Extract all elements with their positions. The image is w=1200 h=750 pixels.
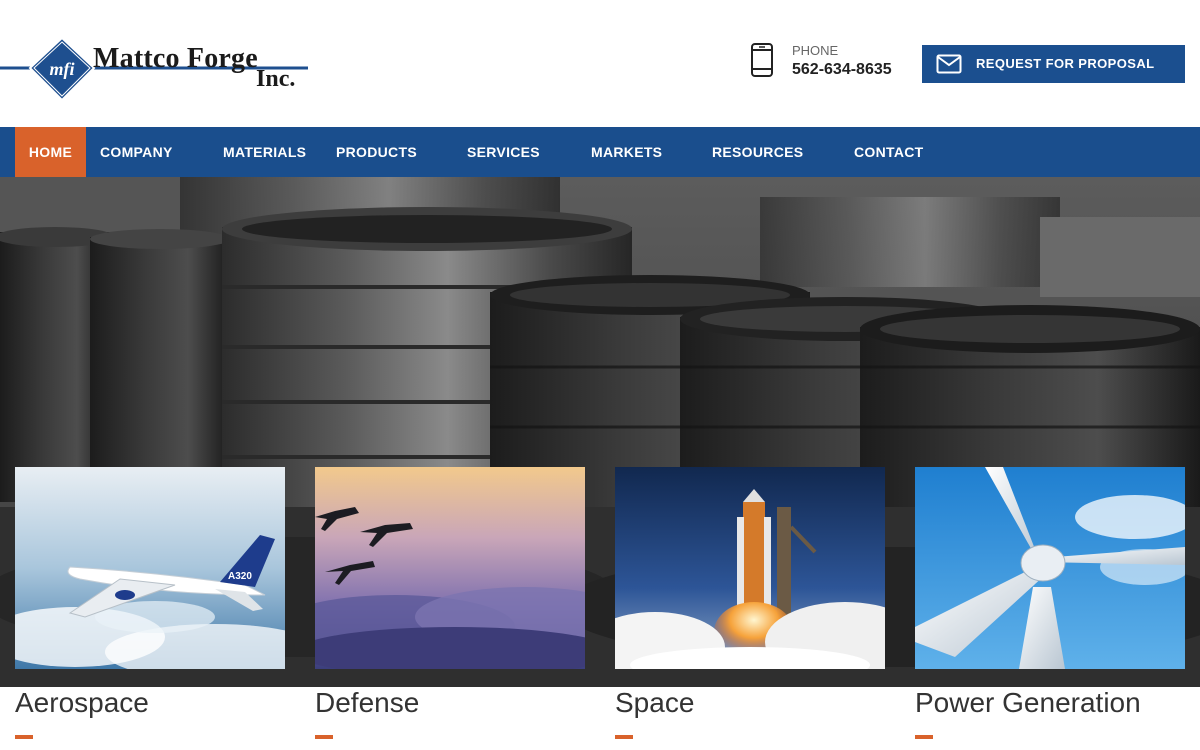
airliner-illustration: A320 [15, 467, 285, 669]
title-underline [915, 735, 933, 739]
market-title-defense[interactable]: Defense [315, 687, 419, 719]
market-card-space[interactable]: Space [615, 467, 885, 750]
market-card-defense[interactable]: Defense [315, 467, 585, 750]
logo-name: Mattco Forge [93, 43, 258, 74]
envelope-icon [936, 54, 962, 74]
phone-icon [751, 43, 773, 77]
aerospace-image[interactable]: A320 [15, 467, 285, 669]
market-card-power-generation[interactable]: Power Generation [915, 467, 1185, 750]
title-underline [615, 735, 633, 739]
main-navigation: HOME COMPANY MATERIALS PRODUCTS SERVICES… [0, 127, 1200, 177]
phone-number[interactable]: 562-634-8635 [792, 61, 892, 79]
request-proposal-label: REQUEST FOR PROPOSAL [976, 56, 1155, 71]
market-card-aerospace[interactable]: A320 Aerospace [15, 467, 285, 750]
space-image[interactable] [615, 467, 885, 669]
phone-contact[interactable]: PHONE 562-634-8635 [750, 40, 910, 84]
nav-item-materials[interactable]: MATERIALS [223, 127, 306, 177]
request-proposal-button[interactable]: REQUEST FOR PROPOSAL [922, 45, 1185, 83]
nav-item-contact[interactable]: CONTACT [854, 127, 924, 177]
rocket-launch-illustration [615, 467, 885, 669]
market-title-aerospace[interactable]: Aerospace [15, 687, 149, 719]
nav-item-products[interactable]: PRODUCTS [336, 127, 417, 177]
market-title-space[interactable]: Space [615, 687, 694, 719]
company-logo[interactable]: mfi Mattco Forge Inc. [0, 30, 320, 110]
fighter-jets-illustration [315, 467, 585, 669]
wind-turbine-illustration [915, 467, 1185, 669]
power-generation-image[interactable] [915, 467, 1185, 669]
title-underline [315, 735, 333, 739]
phone-label: PHONE [792, 43, 839, 58]
defense-image[interactable] [315, 467, 585, 669]
logo-suffix: Inc. [256, 66, 296, 92]
nav-item-services[interactable]: SERVICES [467, 127, 540, 177]
nav-item-resources[interactable]: RESOURCES [712, 127, 803, 177]
nav-item-home[interactable]: HOME [15, 127, 86, 177]
title-underline [15, 735, 33, 739]
site-header: mfi Mattco Forge Inc. PHONE 562-634-8635… [0, 0, 1200, 127]
nav-item-company[interactable]: COMPANY [100, 127, 173, 177]
logo-badge: mfi [50, 59, 75, 79]
nav-item-markets[interactable]: MARKETS [591, 127, 662, 177]
market-title-power-generation[interactable]: Power Generation [915, 687, 1141, 719]
svg-text:A320: A320 [228, 571, 252, 582]
